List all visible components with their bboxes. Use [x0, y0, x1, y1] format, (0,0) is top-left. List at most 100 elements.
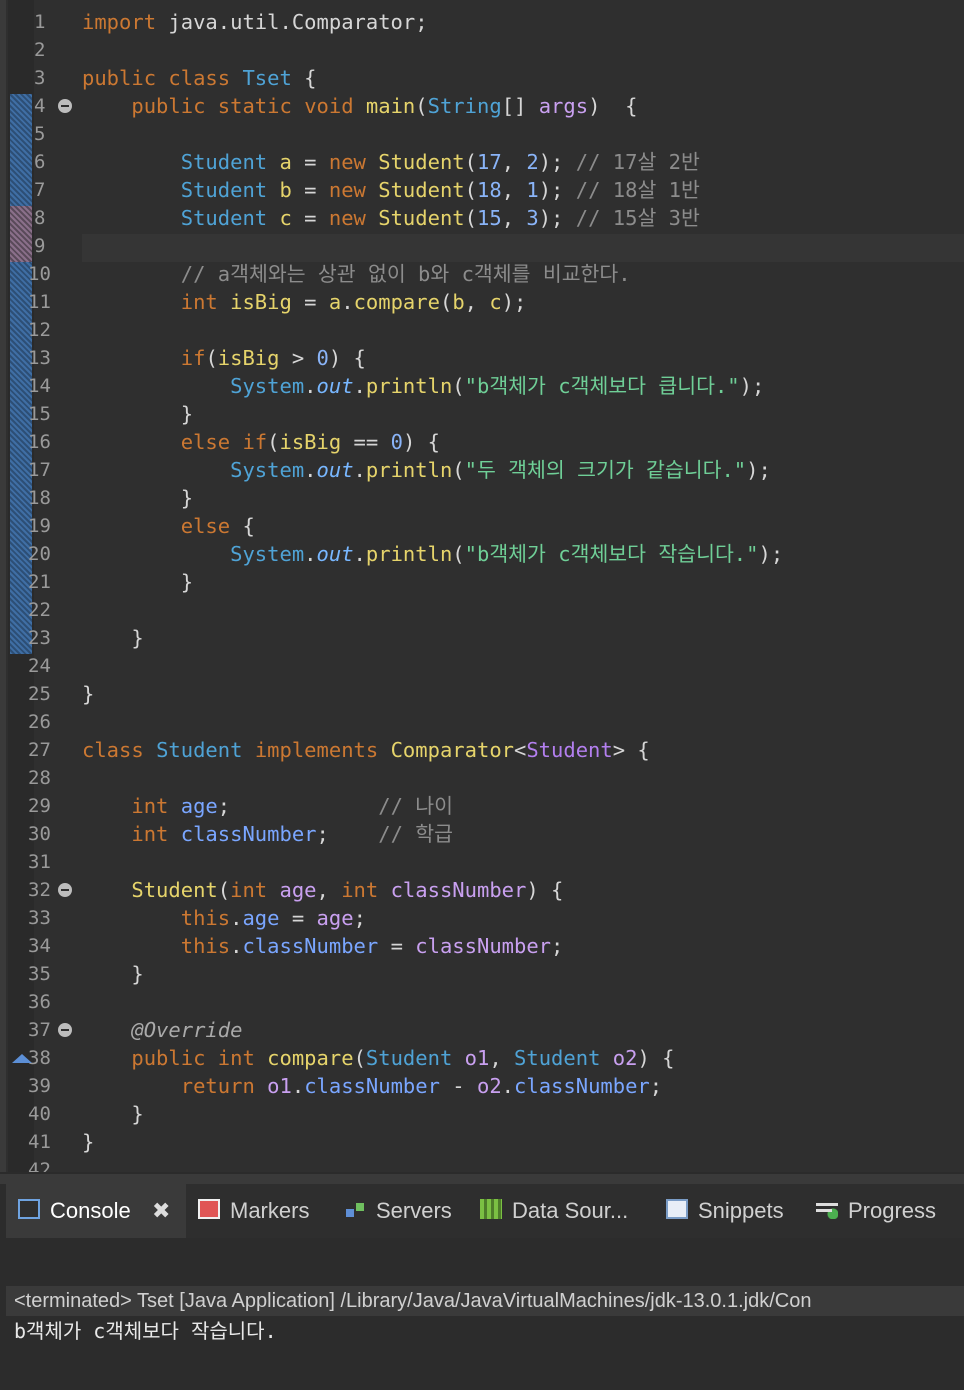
code-token: -	[439, 1074, 477, 1098]
fold-collapse-icon[interactable]	[58, 99, 72, 113]
tab-label: Progress	[848, 1198, 937, 1223]
line-number: 32	[28, 879, 51, 901]
code-token: Comparator	[390, 738, 514, 762]
code-token: ) {	[526, 878, 564, 902]
code-token: 15	[477, 206, 502, 230]
code-token: return	[180, 1074, 255, 1098]
code-token: import	[82, 10, 157, 34]
line-number: 18	[28, 487, 51, 509]
code-token: @Override	[131, 1018, 243, 1042]
code-line: public class Tset {	[82, 64, 317, 92]
code-token: (	[217, 878, 231, 902]
code-token: ,	[501, 150, 527, 174]
code-token: String	[427, 94, 502, 118]
code-token: if	[242, 430, 268, 454]
code-token: o1	[464, 1046, 490, 1070]
code-token: new	[328, 150, 366, 174]
tab-progress[interactable]: Progress	[816, 1184, 936, 1238]
code-token: 0	[316, 346, 329, 370]
line-number: 17	[28, 459, 51, 481]
code-line: Student a = new Student(17, 2); // 17살 2…	[82, 148, 700, 176]
tab-markers[interactable]: Markers	[198, 1184, 309, 1238]
fold-collapse-icon[interactable]	[58, 883, 72, 897]
code-token: int	[341, 878, 379, 902]
tab-data-source[interactable]: Data Sour...	[480, 1184, 628, 1238]
code-line: }	[82, 680, 94, 708]
code-token: isBig	[217, 346, 280, 370]
code-token: else	[180, 514, 231, 538]
tab-console[interactable]: Console ✖	[6, 1184, 186, 1238]
code-token: ,	[501, 206, 527, 230]
code-editor[interactable]: 1 2 3 4 5 6 7 8 9 10 11 12 13 14 15 16 17 18 19 20 21 22 23 24 2…	[0, 0, 964, 1172]
code-token: // a객체와는 상관 없이 b와 c객체를 비교한다.	[180, 262, 631, 286]
code-token: =	[291, 290, 329, 314]
code-token: .	[304, 542, 317, 566]
tab-label: Data Sour...	[512, 1198, 629, 1223]
tab-servers[interactable]: Servers	[344, 1184, 452, 1238]
code-token: );	[538, 206, 576, 230]
override-marker-icon[interactable]	[12, 1054, 32, 1063]
panel-tab-bar: Console ✖ Markers Servers Data Sour... S…	[6, 1184, 964, 1238]
tab-snippets[interactable]: Snippets	[666, 1184, 784, 1238]
code-token: println	[365, 542, 453, 566]
code-token: // 18살 1반	[575, 178, 700, 202]
code-token: );	[746, 458, 771, 482]
line-number: 22	[28, 599, 51, 621]
line-number: 21	[28, 571, 51, 593]
code-line: int age; // 나이	[82, 792, 453, 820]
line-number: 37	[28, 1019, 51, 1041]
code-token: System	[230, 542, 305, 566]
code-line: System.out.println("두 객체의 크기가 같습니다.");	[82, 456, 771, 484]
code-token: public	[82, 66, 157, 90]
code-token: }	[82, 1130, 95, 1154]
data-source-icon	[480, 1199, 502, 1220]
code-token: static	[217, 94, 292, 118]
code-token: Tset	[242, 66, 292, 90]
code-line: Student b = new Student(18, 1); // 18살 1…	[82, 176, 700, 204]
code-token: Student	[378, 150, 465, 174]
code-token: Student	[526, 738, 613, 762]
code-token: compare	[267, 1046, 354, 1070]
code-token: =	[291, 206, 329, 230]
line-number: 25	[28, 683, 51, 705]
fold-collapse-icon[interactable]	[58, 1023, 72, 1037]
code-token: System	[230, 458, 305, 482]
line-number: 39	[28, 1075, 51, 1097]
code-token: implements	[254, 738, 379, 762]
close-icon[interactable]: ✖	[152, 1184, 170, 1238]
code-line: }	[82, 1100, 143, 1128]
code-token: Student	[378, 178, 465, 202]
code-line: System.out.println("b객체가 c객체보다 작습니다.");	[82, 540, 783, 568]
console-output[interactable]: b객체가 c객체보다 작습니다.	[14, 1316, 277, 1346]
code-token: isBig	[279, 430, 342, 454]
code-token: void	[304, 94, 354, 118]
code-line: }	[82, 624, 143, 652]
code-token: ;	[649, 1074, 663, 1098]
code-token: }	[82, 682, 95, 706]
line-number: 38	[28, 1047, 51, 1069]
code-token: );	[739, 374, 765, 398]
line-number: 34	[28, 935, 51, 957]
code-token: // 15살 3반	[575, 206, 700, 230]
code-token: ) {	[402, 430, 440, 454]
code-line: }	[82, 1128, 94, 1156]
code-token: classNumber	[304, 1074, 440, 1098]
